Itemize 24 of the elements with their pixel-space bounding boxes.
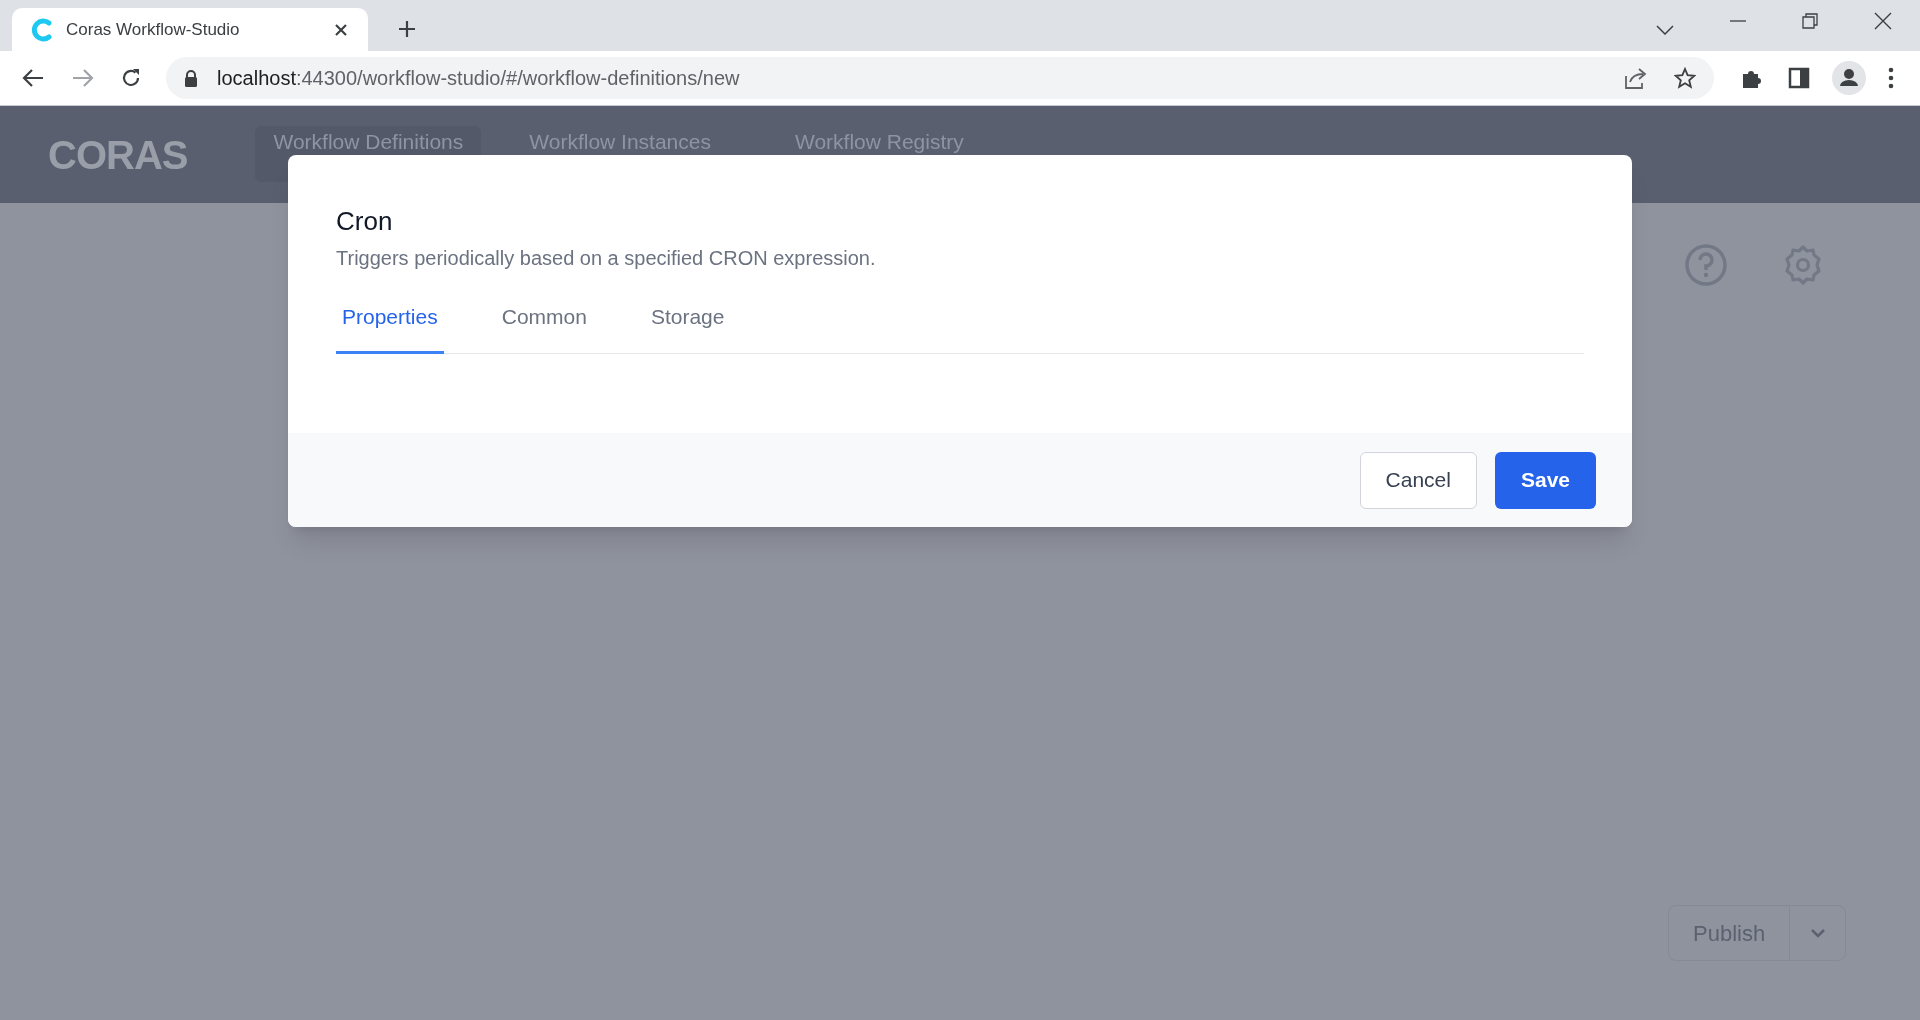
lock-icon [184,69,198,87]
dialog-title: Cron [336,205,394,237]
more-icon[interactable] [1888,67,1894,89]
app-logo-icon [32,17,52,42]
dialog-tab[interactable]: Properties [336,293,444,354]
restore-icon[interactable] [1802,13,1818,29]
share-icon[interactable] [1624,67,1648,89]
new-tab-icon[interactable] [398,20,416,38]
star-icon[interactable] [1674,67,1696,89]
dialog-tab[interactable]: Storage [644,293,731,354]
save-button[interactable]: Save [1494,451,1596,509]
chevron-down-icon [1809,928,1826,938]
dialog-description: Triggers periodically based on a specified CRON expression. [336,246,877,271]
back-icon[interactable] [22,68,44,88]
url-text: localhost:44300/workflow-studio/#/workflow-definitions/new [217,66,740,91]
address-bar[interactable]: localhost:44300/workflow-studio/#/workflow-definitions/new [166,57,1714,99]
tab-search-icon[interactable] [1656,25,1674,35]
close-icon[interactable] [1874,12,1892,30]
profile-icon[interactable] [1832,61,1866,95]
close-icon[interactable] [334,22,348,37]
side-panel-icon[interactable] [1788,67,1810,89]
dialog-tab[interactable]: Common [495,293,593,354]
reload-icon[interactable] [120,67,142,89]
cancel-button[interactable]: Cancel [1359,451,1477,509]
